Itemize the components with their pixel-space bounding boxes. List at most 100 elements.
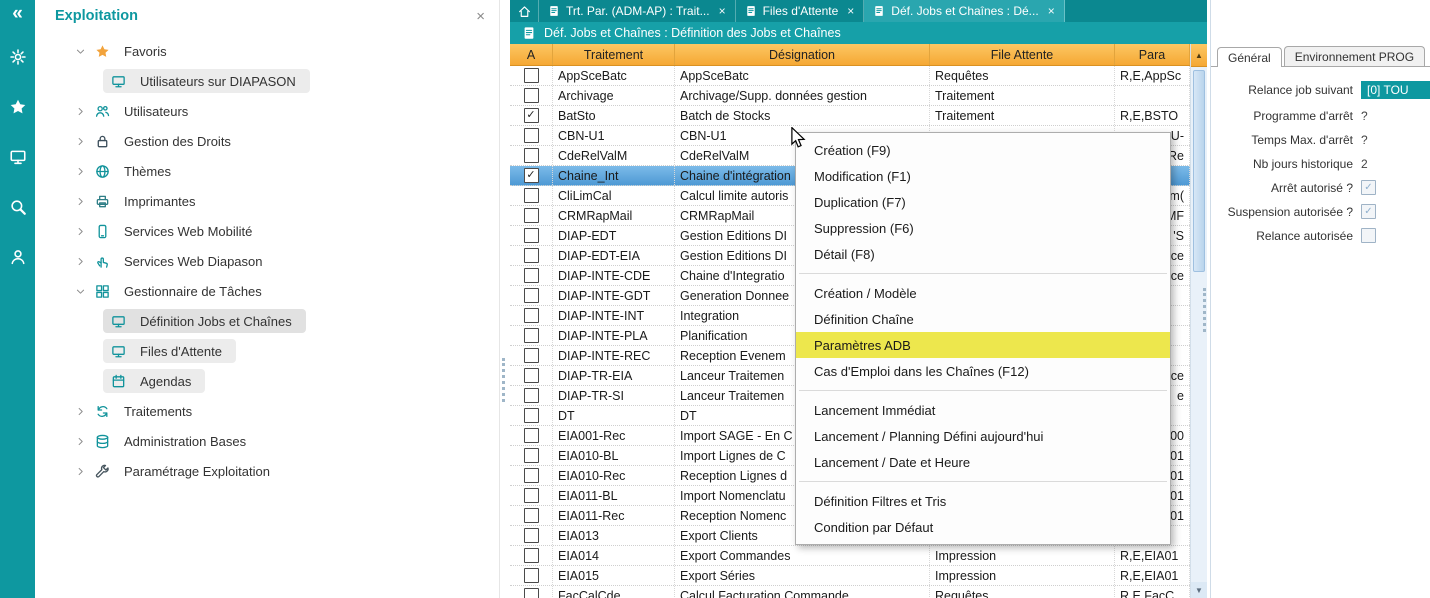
menu-item-creation-f9[interactable]: Création (F9)	[796, 137, 1170, 163]
table-row-faccalcde[interactable]: FacCalCdeCalcul Facturation CommandeRequ…	[510, 586, 1190, 598]
row-checkbox[interactable]	[524, 528, 539, 543]
column-header-file-attente[interactable]: File Attente	[930, 44, 1115, 65]
menu-item-parametres-adb[interactable]: Paramètres ADB	[796, 332, 1170, 358]
sidebar-item-services-web-diapason[interactable]: Services Web Diapason	[35, 246, 499, 276]
row-checkbox[interactable]	[524, 308, 539, 323]
sidebar-item-traitements[interactable]: Traitements	[35, 396, 499, 426]
menu-item-lancement-date-et-heure[interactable]: Lancement / Date et Heure	[796, 449, 1170, 475]
rail-button-screens[interactable]	[0, 142, 35, 172]
scrollbar-thumb[interactable]	[1193, 70, 1205, 272]
table-row-eia014[interactable]: EIA014Export CommandesImpressionR,E,EIA0…	[510, 546, 1190, 566]
field-select[interactable]: [0] TOU	[1361, 81, 1430, 99]
sidebar-item-gestion-des-droits[interactable]: Gestion des Droits	[35, 126, 499, 156]
chevron-right-icon[interactable]	[75, 166, 95, 177]
tab-files-d-attente[interactable]: Files d'Attente×	[736, 0, 865, 22]
tab-environnement-prog[interactable]: Environnement PROG	[1284, 46, 1425, 66]
menu-item-modification-f1[interactable]: Modification (F1)	[796, 163, 1170, 189]
row-checkbox[interactable]	[524, 328, 539, 343]
scroll-down-icon[interactable]: ▼	[1191, 582, 1207, 598]
chevron-right-icon[interactable]	[75, 136, 95, 147]
row-checkbox[interactable]	[524, 388, 539, 403]
row-checkbox[interactable]	[524, 488, 539, 503]
row-checkbox[interactable]	[524, 88, 539, 103]
panel-splitter-handle[interactable]	[502, 358, 505, 402]
chevron-right-icon[interactable]	[75, 436, 95, 447]
table-row-batsto[interactable]: ✓BatStoBatch de StocksTraitementR,E,BSTO	[510, 106, 1190, 126]
scroll-up-icon[interactable]: ▲	[1191, 44, 1207, 67]
tab-def-jobs-et-chaines-de[interactable]: Déf. Jobs et Chaînes : Dé...×	[864, 0, 1064, 22]
close-icon[interactable]: ×	[476, 9, 485, 24]
table-row-eia015[interactable]: EIA015Export SériesImpressionR,E,EIA01	[510, 566, 1190, 586]
row-checkbox[interactable]	[524, 468, 539, 483]
chevron-right-icon[interactable]	[75, 106, 95, 117]
home-button[interactable]	[510, 0, 539, 22]
column-header-designation[interactable]: Désignation	[675, 44, 930, 65]
column-header-a[interactable]: A	[510, 44, 553, 65]
row-checkbox[interactable]	[524, 348, 539, 363]
rail-button-collapse-panel[interactable]: «	[0, 2, 35, 26]
column-header-para[interactable]: Para	[1115, 44, 1190, 65]
row-checkbox[interactable]	[524, 268, 539, 283]
field-checkbox[interactable]: ✓	[1361, 204, 1376, 219]
table-row-archivage[interactable]: ArchivageArchivage/Supp. données gestion…	[510, 86, 1190, 106]
table-row-appscebatc[interactable]: AppSceBatcAppSceBatcRequêtesR,E,AppSc	[510, 66, 1190, 86]
close-icon[interactable]: ×	[719, 4, 726, 18]
field-value[interactable]: 2	[1361, 157, 1368, 171]
sidebar-item-utilisateurs-sur-diapason[interactable]: Utilisateurs sur DIAPASON	[35, 66, 499, 96]
row-checkbox[interactable]	[524, 288, 539, 303]
sidebar-item-agendas[interactable]: Agendas	[35, 366, 499, 396]
row-checkbox[interactable]	[524, 448, 539, 463]
row-checkbox[interactable]	[524, 188, 539, 203]
close-icon[interactable]: ×	[847, 4, 854, 18]
chevron-right-icon[interactable]	[75, 466, 95, 477]
sidebar-item-gestionnaire-de-taches[interactable]: Gestionnaire de Tâches	[35, 276, 499, 306]
row-checkbox[interactable]	[524, 248, 539, 263]
row-checkbox[interactable]	[524, 408, 539, 423]
chevron-right-icon[interactable]	[75, 406, 95, 417]
menu-item-lancement-immediat[interactable]: Lancement Immédiat	[796, 397, 1170, 423]
rail-button-search[interactable]	[0, 192, 35, 222]
menu-item-definition-chaine[interactable]: Définition Chaîne	[796, 306, 1170, 332]
row-checkbox[interactable]	[524, 128, 539, 143]
row-checkbox[interactable]	[524, 208, 539, 223]
row-checkbox[interactable]: ✓	[524, 108, 539, 123]
row-checkbox[interactable]	[524, 588, 539, 598]
chevron-down-icon[interactable]	[75, 46, 95, 57]
rail-button-favorites[interactable]	[0, 92, 35, 122]
field-checkbox[interactable]	[1361, 228, 1376, 243]
column-header-traitement[interactable]: Traitement	[553, 44, 675, 65]
menu-item-suppression-f6[interactable]: Suppression (F6)	[796, 215, 1170, 241]
chevron-down-icon[interactable]	[75, 286, 95, 297]
sidebar-item-imprimantes[interactable]: Imprimantes	[35, 186, 499, 216]
field-value[interactable]: ?	[1361, 133, 1368, 147]
menu-item-condition-par-defaut[interactable]: Condition par Défaut	[796, 514, 1170, 540]
sidebar-item-administration-bases[interactable]: Administration Bases	[35, 426, 499, 456]
row-checkbox[interactable]	[524, 228, 539, 243]
menu-item-duplication-f7[interactable]: Duplication (F7)	[796, 189, 1170, 215]
row-checkbox[interactable]: ✓	[524, 168, 539, 183]
row-checkbox[interactable]	[524, 148, 539, 163]
panel-splitter-handle-right[interactable]	[1203, 288, 1206, 332]
row-checkbox[interactable]	[524, 428, 539, 443]
menu-item-lancement-planning-defini-aujourd-hui[interactable]: Lancement / Planning Défini aujourd'hui	[796, 423, 1170, 449]
tab-trt-par-adm-ap-trait[interactable]: Trt. Par. (ADM-AP) : Trait...×	[539, 0, 736, 22]
row-checkbox[interactable]	[524, 508, 539, 523]
menu-item-cas-d-emploi-dans-les-chaines-f12[interactable]: Cas d'Emploi dans les Chaînes (F12)	[796, 358, 1170, 384]
row-checkbox[interactable]	[524, 568, 539, 583]
rail-button-settings[interactable]	[0, 42, 35, 72]
field-value[interactable]: ?	[1361, 109, 1368, 123]
sidebar-item-utilisateurs[interactable]: Utilisateurs	[35, 96, 499, 126]
menu-item-creation-modele[interactable]: Création / Modèle	[796, 280, 1170, 306]
sidebar-item-files-d-attente[interactable]: Files d'Attente	[35, 336, 499, 366]
chevron-right-icon[interactable]	[75, 226, 95, 237]
sidebar-item-parametrage-exploitation[interactable]: Paramétrage Exploitation	[35, 456, 499, 486]
menu-item-detail-f8[interactable]: Détail (F8)	[796, 241, 1170, 267]
row-checkbox[interactable]	[524, 68, 539, 83]
tab-general[interactable]: Général	[1217, 47, 1282, 67]
close-icon[interactable]: ×	[1048, 4, 1055, 18]
menu-item-definition-filtres-et-tris[interactable]: Définition Filtres et Tris	[796, 488, 1170, 514]
chevron-right-icon[interactable]	[75, 256, 95, 267]
rail-button-user[interactable]	[0, 242, 35, 272]
row-checkbox[interactable]	[524, 368, 539, 383]
sidebar-item-definition-jobs-et-chaines[interactable]: Définition Jobs et Chaînes	[35, 306, 499, 336]
